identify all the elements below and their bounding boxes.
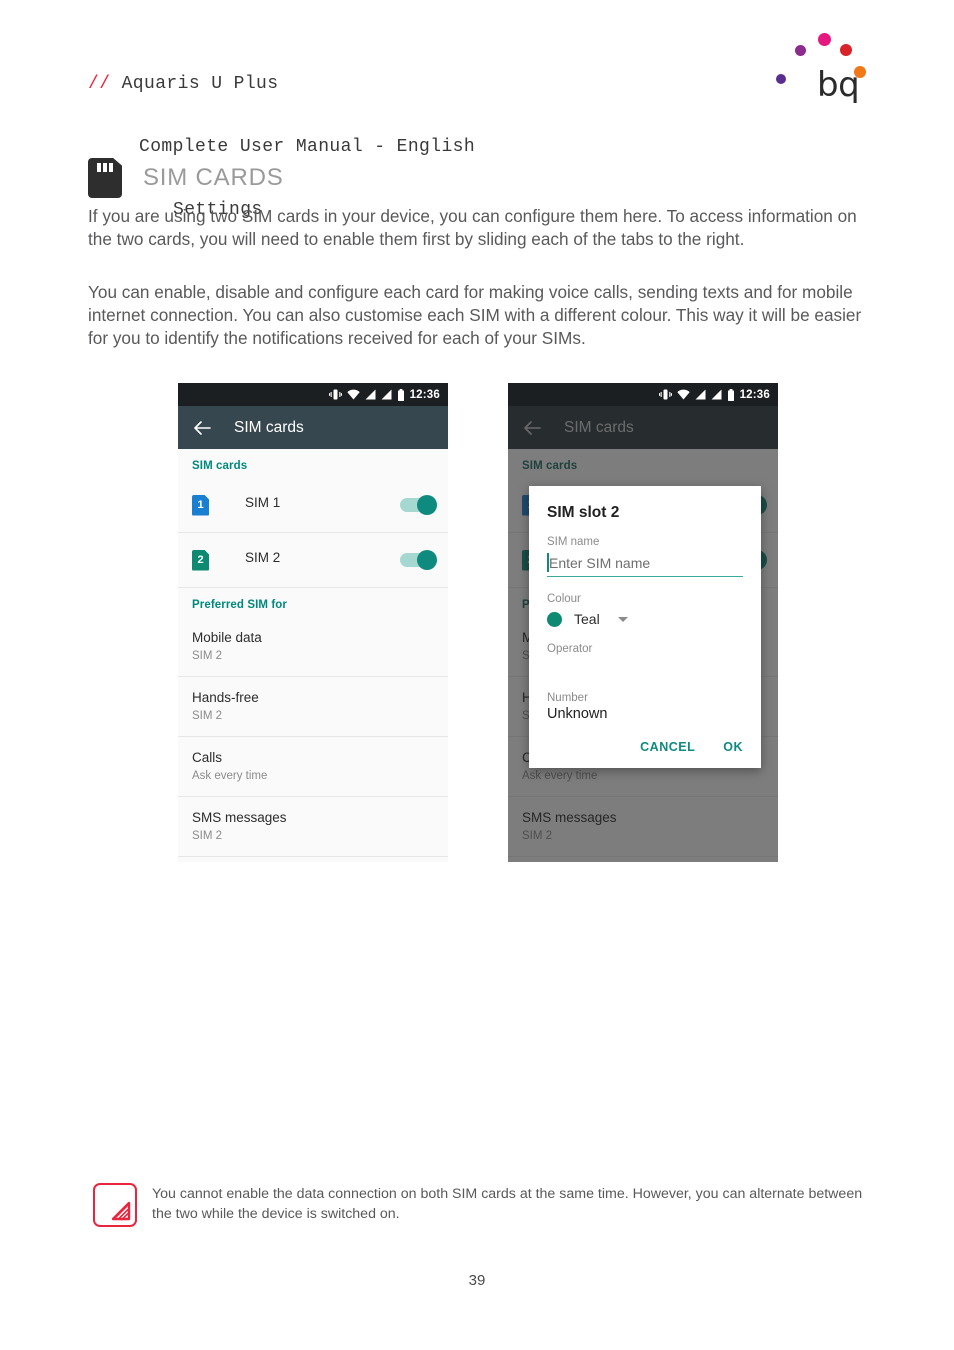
wifi-icon <box>346 389 360 400</box>
note-callout: You cannot enable the data connection on… <box>93 1183 873 1227</box>
list-tail-spacer <box>178 857 448 862</box>
app-bar: SIM cards <box>178 406 448 449</box>
signal-icon <box>365 389 376 400</box>
list-item[interactable]: 2 SIM 2 <box>178 533 448 588</box>
section-heading: SIM CARDS <box>88 158 284 198</box>
header-slashes: // <box>88 74 122 94</box>
sim-toggle[interactable] <box>400 550 437 570</box>
preference-title: Hands-free <box>192 690 259 705</box>
sim-badge-icon: 2 <box>192 549 209 571</box>
page-number: 39 <box>468 1272 486 1289</box>
colour-selector[interactable]: Teal <box>547 611 743 627</box>
bq-logo: bq <box>771 22 876 105</box>
sim-card-icon-pin <box>97 163 101 172</box>
sim-card-icon <box>88 158 122 198</box>
preference-value: SIM 2 <box>192 710 223 722</box>
sim-name-input[interactable]: Enter SIM name <box>547 550 743 577</box>
signal-icon <box>695 389 706 400</box>
status-bar: 12:36 <box>178 383 448 406</box>
dialog-actions: CANCEL OK <box>547 740 743 760</box>
phone-screenshot-sim-list: 12:36 SIM cards SIM cards 1 SIM 1 2 SIM … <box>178 383 448 862</box>
status-bar-clock: 12:36 <box>739 388 770 401</box>
sim-card-icon-pin <box>109 163 113 172</box>
vibrate-icon <box>658 389 672 400</box>
text-caret <box>547 553 549 572</box>
ok-button[interactable]: OK <box>723 740 743 754</box>
preference-title: SMS messages <box>192 810 287 825</box>
list-item[interactable]: Hands-free SIM 2 <box>178 677 448 737</box>
colour-label: Colour <box>547 593 581 605</box>
signal-icon <box>711 389 722 400</box>
sim-label: SIM 1 <box>245 494 281 510</box>
sim-card-icon-pin <box>103 163 107 172</box>
number-value: Unknown <box>547 706 608 722</box>
chevron-down-icon[interactable] <box>617 616 628 622</box>
list-item[interactable]: Calls Ask every time <box>178 737 448 797</box>
colour-swatch-icon <box>547 611 562 627</box>
group-header-preferred-sim: Preferred SIM for <box>192 599 288 611</box>
logo-wordmark: bq <box>817 65 860 105</box>
app-bar-title: SIM cards <box>234 418 304 436</box>
dialog-title: SIM slot 2 <box>547 504 620 521</box>
operator-label: Operator <box>547 643 593 655</box>
status-bar: 12:36 <box>508 383 778 406</box>
header-line-2: Complete User Manual - English <box>139 137 476 157</box>
sim-name-label: SIM name <box>547 536 600 548</box>
logo-dot-red <box>840 44 852 56</box>
preference-value: SIM 2 <box>192 650 223 662</box>
battery-icon <box>727 388 734 401</box>
sim-settings-list: SIM cards 1 SIM 1 2 SIM 2 Preferred SIM … <box>178 449 448 862</box>
phone-screenshot-sim-dialog: 12:36 SIM cards SIM cards 1 SIM 1 2 SIM … <box>508 383 778 862</box>
wifi-icon <box>676 389 690 400</box>
cancel-button[interactable]: CANCEL <box>640 740 695 754</box>
sim-toggle[interactable] <box>400 495 437 515</box>
list-item[interactable]: Mobile data SIM 2 <box>178 617 448 677</box>
colour-value: Teal <box>574 611 600 627</box>
status-bar-clock: 12:36 <box>409 388 440 401</box>
vibrate-icon <box>328 389 342 400</box>
logo-dot-magenta <box>818 33 831 46</box>
intro-paragraph-2: You can enable, disable and configure ea… <box>88 282 862 348</box>
logo-dot-violet <box>776 74 786 84</box>
list-item[interactable]: 1 SIM 1 <box>178 478 448 533</box>
page-title: SIM CARDS <box>143 164 284 191</box>
sim-badge-icon: 1 <box>192 494 209 516</box>
group-header-sim-cards: SIM cards <box>192 460 248 472</box>
sim-name-placeholder: Enter SIM name <box>549 555 651 571</box>
battery-icon <box>397 388 404 401</box>
header-title-main: Aquaris U Plus <box>121 74 279 94</box>
preference-title: Mobile data <box>192 630 262 645</box>
number-label: Number <box>547 692 588 704</box>
back-arrow-icon[interactable] <box>192 418 212 438</box>
note-warning-glyph <box>111 1201 131 1221</box>
sim-toggle-knob <box>417 550 437 570</box>
list-item[interactable]: SMS messages SIM 2 <box>178 797 448 857</box>
sim-label: SIM 2 <box>245 549 281 565</box>
intro-paragraph-1: If you are using two SIM cards in your d… <box>88 206 857 249</box>
sim-slot-dialog: SIM slot 2 SIM name Enter SIM name Colou… <box>529 486 761 768</box>
signal-icon <box>381 389 392 400</box>
logo-dot-purple <box>795 45 806 56</box>
preference-title: Calls <box>192 750 223 765</box>
preference-value: SIM 2 <box>192 830 223 842</box>
sim-toggle-knob <box>417 495 437 515</box>
preference-value: Ask every time <box>192 770 268 782</box>
note-text: You cannot enable the data connection on… <box>152 1186 863 1222</box>
header-line-1: // Aquaris U Plus <box>88 74 475 95</box>
note-warning-icon <box>93 1183 137 1227</box>
